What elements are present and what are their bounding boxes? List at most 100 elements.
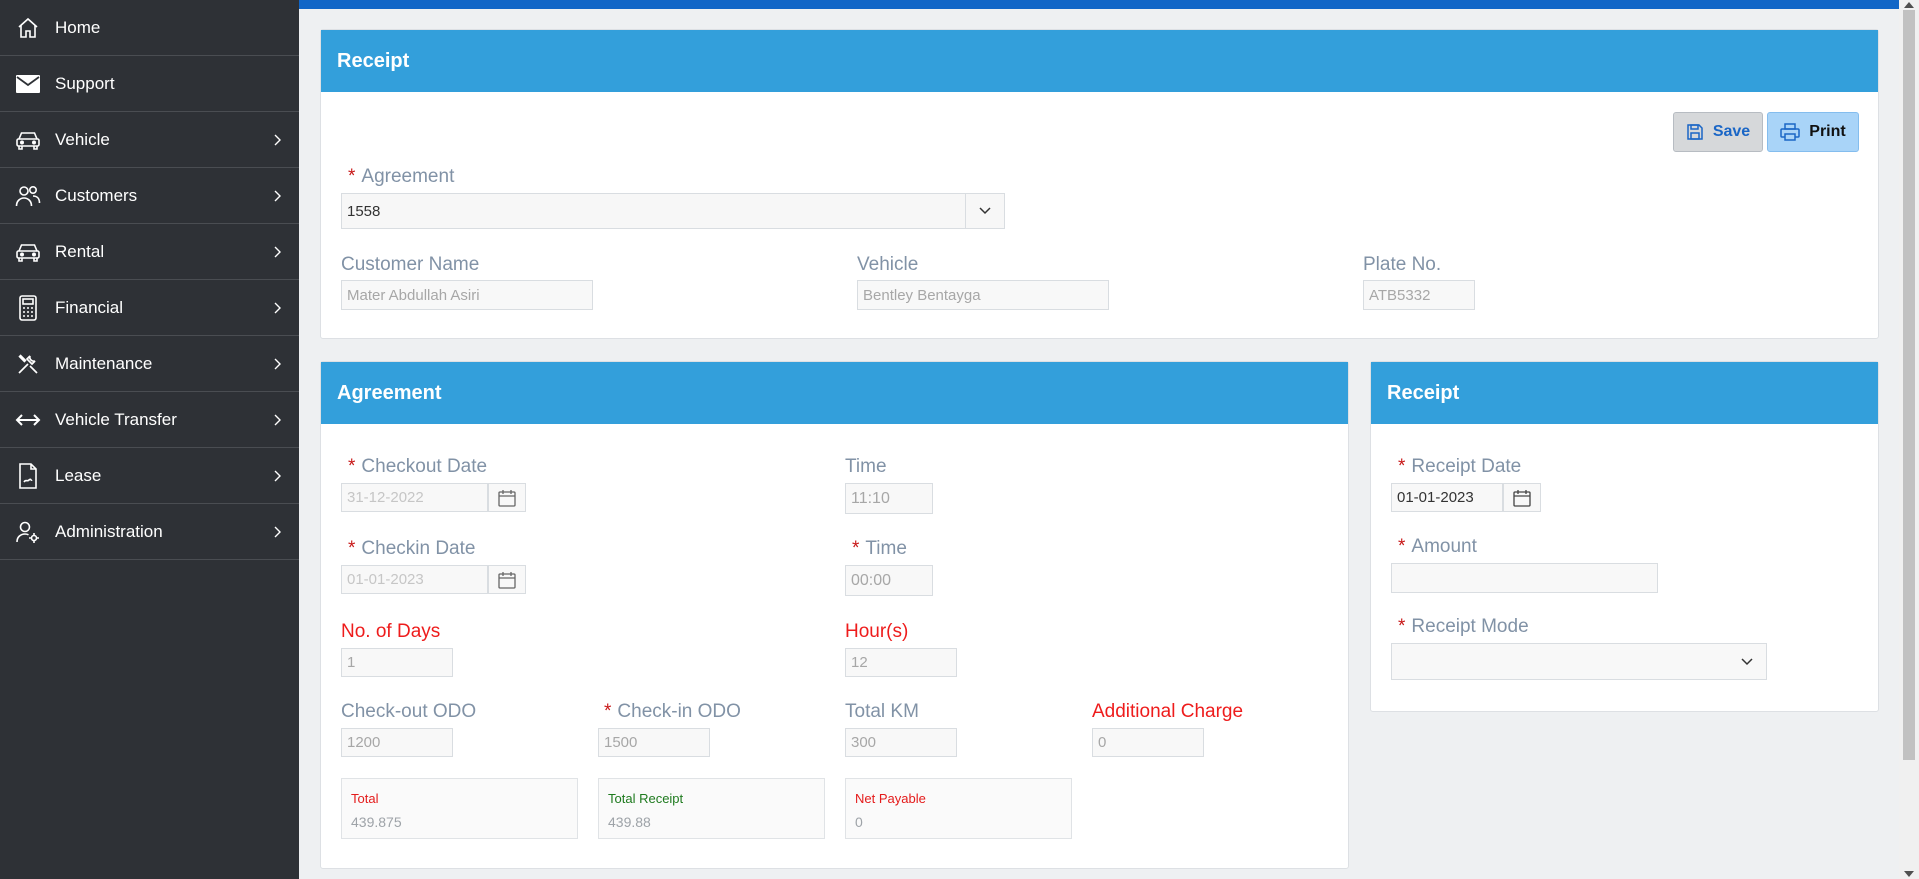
sidebar-item-label: Lease [55,465,102,485]
arrows-horizontal-icon [14,406,42,434]
agreement-card-title: Agreement [337,381,442,404]
chevron-down-icon [1727,644,1766,679]
users-icon [14,182,42,210]
receipt-side-header: Receipt [1371,362,1878,424]
vehicle-label: Vehicle [857,254,919,275]
checkout-odo-label: Check-out ODO [341,701,477,722]
chevron-right-icon [274,470,281,481]
required-marker: * [348,456,356,477]
document-icon [14,462,42,490]
checkin-odo-field[interactable]: 1500 [598,728,710,757]
receipt-card-title: Receipt [337,49,410,72]
required-marker: * [348,166,356,187]
sidebar-item-home[interactable]: Home [0,0,299,56]
sidebar-item-label: Support [55,73,115,93]
receipt-side-card: Receipt * Receipt Date 01-01-2023 * Amount… [1370,361,1879,712]
sidebar-item-vehicle-transfer[interactable]: Vehicle Transfer [0,392,299,448]
no-of-days-field[interactable]: 1 [341,648,453,677]
net-payable-value: 0 [855,814,863,830]
chevron-right-icon [274,414,281,425]
sidebar-item-label: Customers [55,185,138,205]
total-km-label: Total KM [845,701,919,722]
chevron-right-icon [274,134,281,145]
save-button[interactable]: Save [1673,112,1763,152]
required-marker: * [1398,616,1406,637]
additional-charge-label: Additional Charge [1092,701,1244,722]
hours-label: Hour(s) [845,621,909,642]
sidebar-item-financial[interactable]: Financial [0,280,299,336]
chevron-right-icon [274,302,281,313]
plate-no-label: Plate No. [1363,254,1442,275]
amount-input[interactable] [1391,563,1658,593]
scrollbar-thumb[interactable] [1903,10,1915,760]
sidebar-item-vehicle[interactable]: Vehicle [0,112,299,168]
sidebar-item-label: Financial [55,297,124,317]
calendar-icon[interactable] [488,565,526,594]
print-button[interactable]: Print [1767,112,1859,152]
customer-name-label: Customer Name [341,254,480,275]
sidebar-item-label: Vehicle Transfer [55,409,177,429]
sidebar-item-label: Home [55,17,101,37]
user-gear-icon [14,518,42,546]
envelope-icon [14,70,42,98]
checkin-date-label: * Checkin Date [348,538,476,559]
required-marker: * [852,538,860,559]
amount-label: * Amount [1398,536,1477,557]
car-icon [14,126,42,154]
required-marker: * [1398,536,1406,557]
no-of-days-label: No. of Days [341,621,441,642]
plate-no-field[interactable]: ATB5332 [1363,280,1475,310]
chevron-right-icon [274,246,281,257]
save-icon [1687,124,1703,140]
scroll-up-icon[interactable] [1904,2,1914,8]
hours-field[interactable]: 12 [845,648,957,677]
scroll-down-icon[interactable] [1904,871,1914,877]
vertical-scrollbar[interactable] [1899,0,1919,879]
checkout-date-field[interactable]: 31-12-2022 [341,483,488,512]
required-marker: * [1398,456,1406,477]
calendar-icon[interactable] [1503,483,1541,512]
checkout-odo-field[interactable]: 1200 [341,728,453,757]
chevron-right-icon [274,526,281,537]
calculator-icon [14,294,42,322]
receipt-card: Receipt Save Print * Agreement 1558 Custo… [320,29,1879,339]
checkout-date-label: * Checkout Date [348,456,488,477]
additional-charge-field[interactable]: 0 [1092,728,1204,757]
receipt-date-label: * Receipt Date [1398,456,1522,477]
sidebar-item-rental[interactable]: Rental [0,224,299,280]
sidebar-item-customers[interactable]: Customers [0,168,299,224]
receipt-card-header: Receipt [321,30,1878,92]
receipt-date-field[interactable]: 01-01-2023 [1391,483,1503,512]
chevron-right-icon [274,358,281,369]
agreement-label: * Agreement [348,166,455,187]
sidebar-item-support[interactable]: Support [0,56,299,112]
receipt-mode-label: * Receipt Mode [1398,616,1529,637]
checkin-date-field[interactable]: 01-01-2023 [341,565,488,594]
sidebar-item-maintenance[interactable]: Maintenance [0,336,299,392]
receipt-mode-select[interactable] [1391,643,1767,680]
top-accent-bar [299,0,1899,9]
total-km-field[interactable]: 300 [845,728,957,757]
car-icon [14,238,42,266]
sidebar-item-label: Administration [55,521,163,541]
chevron-down-icon [965,194,1004,228]
sidebar-item-label: Vehicle [55,129,110,149]
customer-name-field[interactable]: Mater Abdullah Asiri [341,280,593,310]
home-icon [14,14,42,42]
total-value: 439.875 [351,814,402,830]
sidebar-item-lease[interactable]: Lease [0,448,299,504]
sidebar-item-administration[interactable]: Administration [0,504,299,560]
checkout-time-field[interactable]: 11:10 [845,483,933,514]
sidebar: Home Support Vehicle Customers Rental Fi… [0,0,299,879]
total-label: Total [351,791,379,806]
checkin-time-label: * Time [852,538,907,559]
print-icon [1780,123,1801,141]
total-receipt-summary: Total Receipt 439.88 [598,778,825,839]
agreement-select[interactable]: 1558 [341,193,1005,229]
checkin-time-field[interactable]: 00:00 [845,565,933,596]
checkin-odo-label: * Check-in ODO [604,701,741,722]
sidebar-item-label: Rental [55,241,105,261]
total-summary: Total 439.875 [341,778,578,839]
calendar-icon[interactable] [488,483,526,512]
vehicle-field[interactable]: Bentley Bentayga [857,280,1109,310]
